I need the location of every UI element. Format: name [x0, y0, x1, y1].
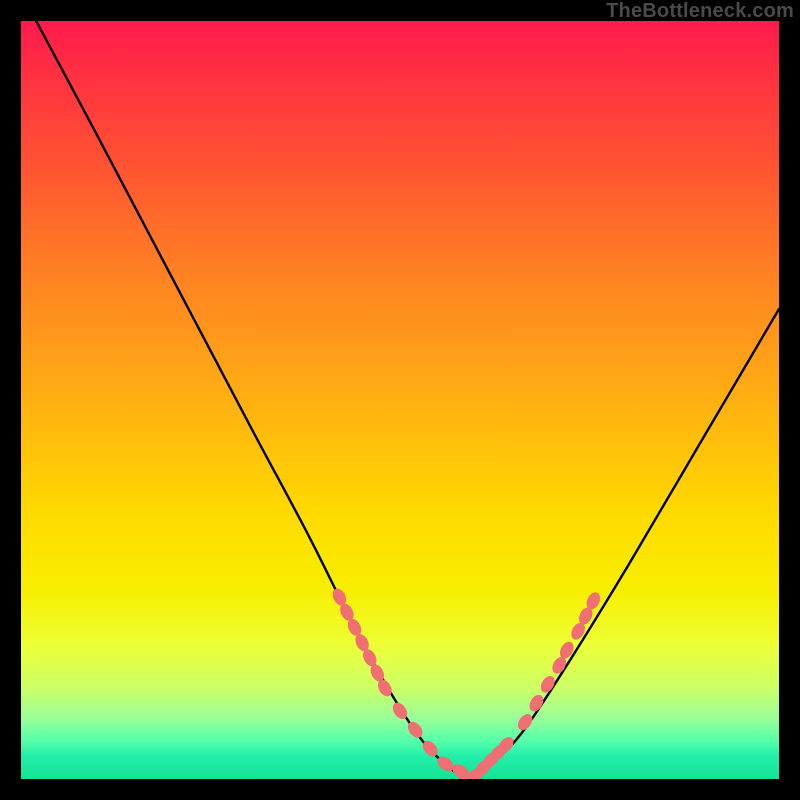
line-series-black-curve [36, 21, 779, 779]
highlight-dot-group [330, 586, 603, 779]
plot-background [21, 21, 779, 779]
watermark-text: TheBottleneck.com [606, 0, 794, 23]
chart-svg [21, 21, 779, 779]
chart-frame: TheBottleneck.com [0, 0, 800, 800]
